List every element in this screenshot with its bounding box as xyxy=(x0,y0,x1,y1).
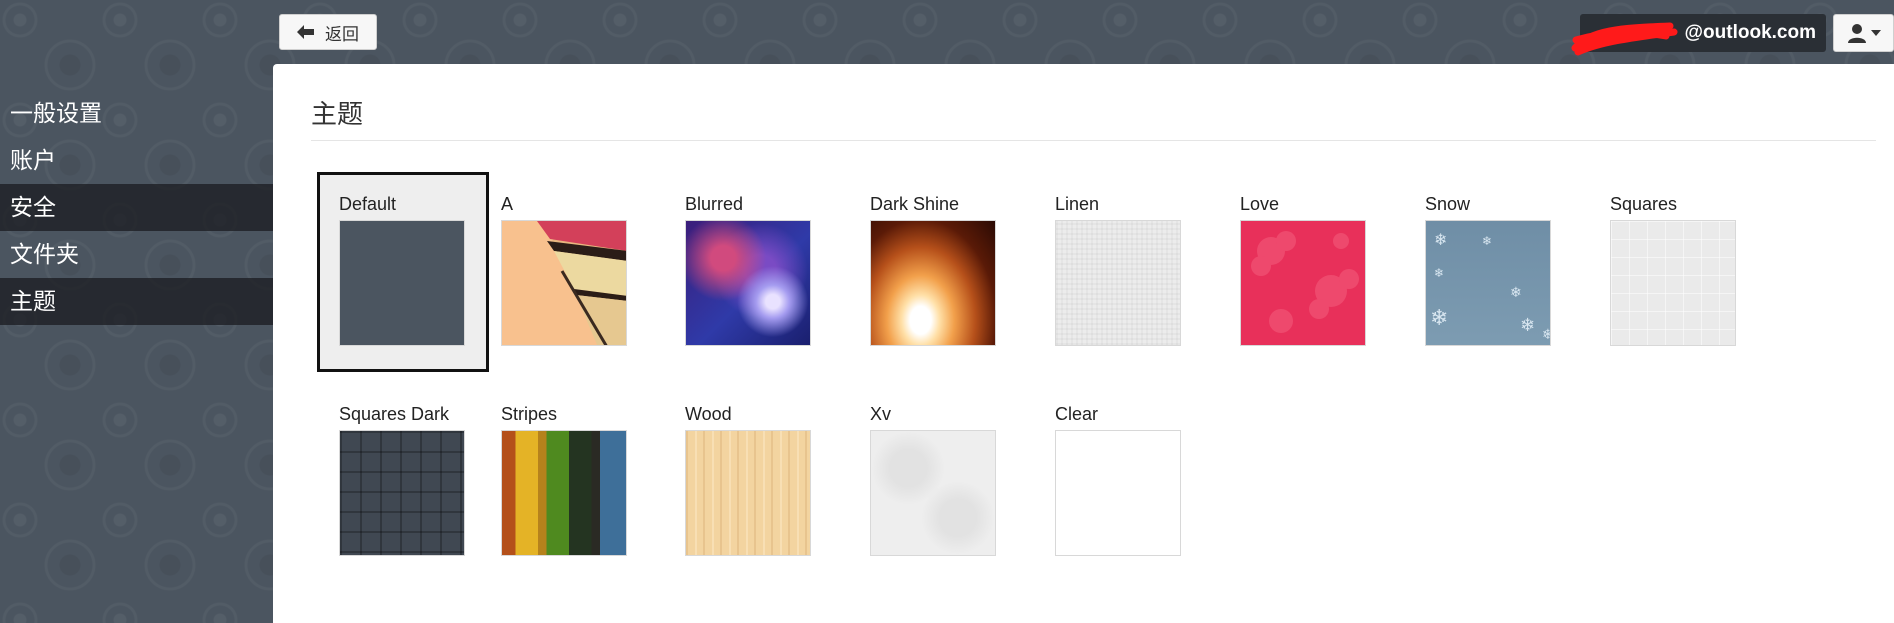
theme-linen[interactable]: Linen xyxy=(1033,172,1205,372)
back-button-label: 返回 xyxy=(325,24,359,44)
theme-thumbnail xyxy=(1055,430,1181,556)
svg-text:❄: ❄ xyxy=(1482,234,1492,248)
theme-label: Snow xyxy=(1425,194,1471,214)
theme-thumbnail xyxy=(339,220,465,346)
theme-label: Blurred xyxy=(685,194,744,214)
theme-squares-dark[interactable]: Squares Dark xyxy=(317,382,489,582)
theme-thumbnail xyxy=(1240,220,1366,346)
theme-snow[interactable]: Snow ❄ ❄ ❄ ❄ ❄ ❄ ❄ xyxy=(1403,172,1575,372)
svg-text:❄: ❄ xyxy=(1542,327,1551,343)
sidebar-item-label: 主题 xyxy=(10,288,56,314)
theme-label: Wood xyxy=(685,404,732,424)
sidebar-item-themes[interactable]: 主题 xyxy=(0,278,273,325)
svg-text:❄: ❄ xyxy=(1520,315,1535,336)
theme-thumbnail xyxy=(870,220,996,346)
account-email: @outlook.com xyxy=(1684,22,1816,43)
svg-text:❄: ❄ xyxy=(1430,306,1448,331)
theme-label: Clear xyxy=(1055,404,1099,424)
theme-love[interactable]: Love xyxy=(1218,172,1390,372)
theme-stripes[interactable]: Stripes xyxy=(479,382,651,582)
theme-thumbnail xyxy=(501,220,627,346)
user-menu-button[interactable] xyxy=(1833,14,1894,52)
page-title: 主题 xyxy=(311,99,364,129)
svg-text:❄: ❄ xyxy=(1434,230,1447,249)
user-icon xyxy=(1847,24,1866,43)
theme-wood[interactable]: Wood xyxy=(663,382,835,582)
theme-thumbnail: ❄ ❄ ❄ ❄ ❄ ❄ ❄ xyxy=(1425,220,1551,346)
top-bar: 返回 @outlook.com xyxy=(0,0,1894,64)
sidebar-item-security[interactable]: 安全 xyxy=(0,184,273,231)
theme-thumbnail xyxy=(1610,220,1736,346)
sidebar-item-label: 账户 xyxy=(10,147,56,173)
sidebar-item-label: 一般设置 xyxy=(10,100,102,126)
theme-label: Love xyxy=(1240,194,1280,214)
theme-blurred[interactable]: Blurred xyxy=(663,172,835,372)
theme-thumbnail xyxy=(501,430,627,556)
sidebar-item-label: 文件夹 xyxy=(10,241,79,267)
theme-a[interactable]: A xyxy=(479,172,651,372)
theme-label: Stripes xyxy=(501,404,558,424)
sidebar-item-general[interactable]: 一般设置 xyxy=(0,90,273,137)
settings-sidebar: 一般设置 账户 安全 文件夹 主题 xyxy=(0,90,273,325)
theme-squares[interactable]: Squares xyxy=(1588,172,1760,372)
svg-text:❄: ❄ xyxy=(1434,266,1444,280)
back-button[interactable]: 返回 xyxy=(279,14,377,50)
sidebar-item-folders[interactable]: 文件夹 xyxy=(0,231,273,278)
theme-label: Dark Shine xyxy=(870,194,960,214)
sidebar-item-accounts[interactable]: 账户 xyxy=(0,137,273,184)
theme-thumbnail xyxy=(685,220,811,346)
sidebar-item-label: 安全 xyxy=(10,194,56,220)
theme-label: Squares xyxy=(1610,194,1678,214)
title-divider xyxy=(311,140,1876,141)
caret-down-icon xyxy=(1870,30,1881,36)
theme-label: Default xyxy=(339,194,397,214)
theme-default[interactable]: Default xyxy=(317,172,489,372)
theme-thumbnail xyxy=(685,430,811,556)
themes-panel: 主题 Default A Blurred Dark Shine Linen Lo… xyxy=(273,64,1894,623)
theme-thumbnail xyxy=(339,430,465,556)
theme-label: A xyxy=(501,194,514,214)
theme-label: Squares Dark xyxy=(339,404,450,424)
theme-thumbnail xyxy=(1055,220,1181,346)
theme-label: Linen xyxy=(1055,194,1100,214)
svg-text:❄: ❄ xyxy=(1510,285,1522,301)
theme-dark-shine[interactable]: Dark Shine xyxy=(848,172,1020,372)
theme-thumbnail xyxy=(870,430,996,556)
redaction-scribble xyxy=(1571,22,1678,56)
theme-label: Xv xyxy=(870,404,892,424)
arrow-left-icon xyxy=(297,25,314,39)
theme-xv[interactable]: Xv xyxy=(848,382,1020,582)
theme-clear[interactable]: Clear xyxy=(1033,382,1205,582)
